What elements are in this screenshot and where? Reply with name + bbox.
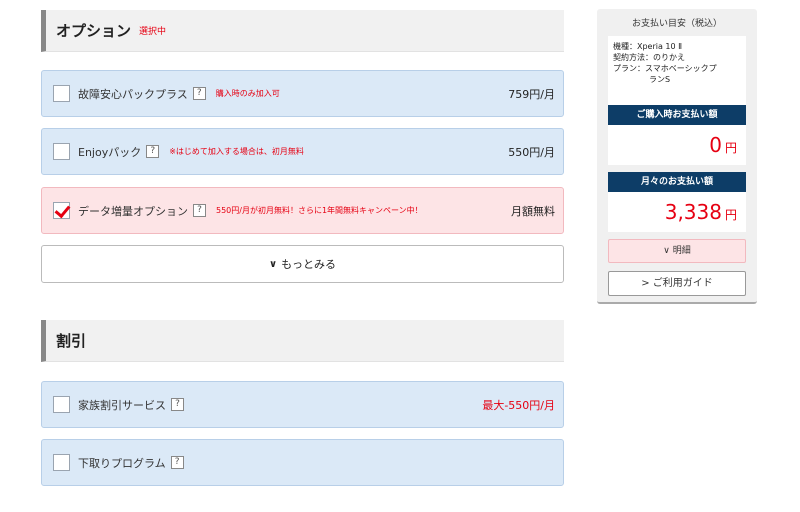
help-icon[interactable]: ?	[146, 145, 160, 158]
discount-title: 割引	[56, 332, 87, 350]
repair-pack-label: 故障安心パックプラス	[78, 87, 188, 101]
enjoy-pack-checkbox[interactable]	[53, 143, 70, 160]
discount-section-header: 割引	[41, 320, 564, 362]
purchase-payment-box: 0円	[608, 125, 746, 165]
enjoy-pack-label: Enjoyパック	[78, 145, 142, 159]
purchase-payment-heading: ご購入時お支払い額	[608, 105, 746, 125]
usage-guide-button[interactable]: > ご利用ガイド	[608, 271, 746, 296]
family-discount-price: 最大-550円/月	[482, 398, 555, 412]
family-discount-checkbox[interactable]	[53, 396, 70, 413]
data-boost-label: データ増量オプション	[78, 204, 188, 218]
details-button[interactable]: ∨ 明細	[608, 239, 746, 263]
option-row-enjoy-pack[interactable]: Enjoyパック ? ※はじめて加入する場合は、初月無料 550円/月	[41, 128, 564, 175]
family-discount-label: 家族割引サービス	[78, 398, 166, 412]
options-title: オプション	[56, 22, 132, 40]
chevron-down-icon: ∨	[663, 246, 673, 256]
enjoy-pack-note: ※はじめて加入する場合は、初月無料	[169, 147, 304, 156]
monthly-payment-box: 3,338 円	[608, 192, 746, 232]
data-boost-checkbox[interactable]	[53, 202, 70, 219]
options-section-header: オプション 選択中	[41, 10, 564, 52]
options-selected-status: 選択中	[139, 27, 167, 37]
option-row-data-boost[interactable]: データ増量オプション ? 550円/月が初月無料！さらに1年間無料キャンペーン中…	[41, 187, 564, 234]
repair-pack-checkbox[interactable]	[53, 85, 70, 102]
data-boost-price: 月額無料	[511, 204, 555, 218]
monthly-amount: 3,338	[664, 200, 722, 224]
show-more-label: もっとみる	[281, 258, 337, 271]
purchase-amount: 0	[709, 133, 722, 157]
discount-row-trade-in[interactable]: 下取りプログラム ?	[41, 439, 564, 486]
data-boost-note: 550円/月が初月無料！さらに1年間無料キャンペーン中！	[216, 206, 423, 215]
chevron-right-icon: >	[641, 278, 653, 289]
contract-info-box: 機種：Xperia 10 Ⅱ 契約方法：のりかえ プラン：スマホベーシックプ ラ…	[608, 36, 746, 106]
option-row-repair-pack[interactable]: 故障安心パックプラス ? 購入時のみ加入可 759円/月	[41, 70, 564, 117]
model-line: 機種：Xperia 10 Ⅱ	[613, 42, 683, 51]
enjoy-pack-price: 550円/月	[508, 145, 555, 159]
trade-in-label: 下取りプログラム	[78, 456, 166, 470]
help-icon[interactable]: ?	[171, 398, 184, 411]
plan-line: プラン：スマホベーシックプ	[613, 64, 717, 73]
chevron-down-icon: ∨	[268, 258, 278, 270]
plan-line-cont: ランS	[649, 75, 671, 84]
contract-line: 契約方法：のりかえ	[613, 53, 685, 62]
payment-summary-panel: お支払い目安（税込） 機種：Xperia 10 Ⅱ 契約方法：のりかえ プラン：…	[597, 9, 757, 304]
help-icon[interactable]: ?	[192, 87, 206, 100]
monthly-payment-heading: 月々のお支払い額	[608, 172, 746, 192]
discount-row-family[interactable]: 家族割引サービス ? 最大-550円/月	[41, 381, 564, 428]
repair-pack-note: 購入時のみ加入可	[215, 89, 280, 98]
help-icon[interactable]: ?	[170, 456, 184, 469]
summary-title: お支払い目安（税込）	[631, 19, 722, 29]
usage-guide-label: ご利用ガイド	[652, 278, 713, 289]
show-more-button[interactable]: ∨ もっとみる	[41, 245, 564, 283]
trade-in-checkbox[interactable]	[53, 454, 70, 471]
details-label: 明細	[672, 246, 691, 256]
purchase-yen: 円	[724, 141, 737, 155]
repair-pack-price: 759円/月	[508, 87, 555, 101]
help-icon[interactable]: ?	[193, 204, 206, 217]
monthly-yen: 円	[724, 208, 737, 222]
